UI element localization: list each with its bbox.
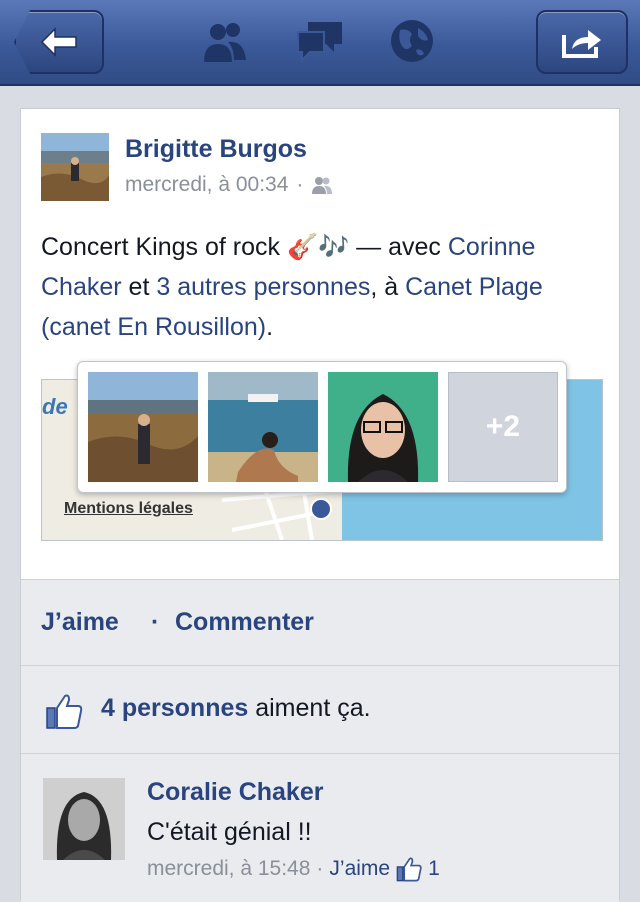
tagged-others-link[interactable]: 3 autres personnes [156, 273, 370, 301]
messages-icon[interactable] [294, 18, 346, 64]
actions-separator: · [151, 608, 160, 636]
photo-thumbnail[interactable] [328, 372, 438, 482]
comment-time: mercredi, à 15:48 [147, 857, 311, 880]
likes-suffix: aiment ça. [248, 694, 371, 722]
comment-meta: mercredi, à 15:48 · J’aime 1 [147, 856, 440, 882]
likes-summary: 4 personnes aiment ça. [21, 665, 619, 754]
arrow-left-icon [40, 27, 77, 57]
post-time[interactable]: mercredi, à 00:34 [125, 173, 288, 197]
map-label: de [42, 394, 68, 419]
post-text-at: , à [370, 273, 406, 301]
photo-thumbnail[interactable] [208, 372, 318, 482]
thumbs-up-icon [46, 694, 83, 729]
comment-text: C'était génial !! [147, 818, 312, 846]
comment-button[interactable]: Commenter [175, 608, 314, 637]
share-icon [562, 30, 601, 58]
photo-strip: +2 [77, 361, 567, 493]
likes-count-link[interactable]: 4 personnes [101, 694, 248, 722]
top-navigation-bar [0, 0, 640, 86]
comment-thumbs-up-icon [396, 857, 422, 882]
globe-icon[interactable] [386, 18, 438, 64]
post-text-and: et [121, 273, 157, 301]
friends-audience-icon[interactable] [311, 176, 333, 194]
post-text-end: . [266, 313, 274, 341]
comment-meta-separator: · [316, 857, 324, 880]
back-button[interactable] [14, 10, 104, 74]
meta-separator: · [296, 173, 304, 196]
post-emoji: 🎸🎶 [286, 233, 350, 261]
commenter-avatar[interactable] [43, 778, 125, 860]
share-button[interactable] [536, 10, 628, 74]
likes-text: 4 personnes aiment ça. [101, 694, 371, 723]
author-avatar[interactable] [41, 133, 109, 201]
comment-like-button[interactable]: J’aime [329, 857, 390, 881]
post-meta: mercredi, à 00:34 · [125, 173, 333, 197]
more-photos-button[interactable]: +2 [448, 372, 558, 482]
map-legal-link[interactable]: Mentions légales [64, 500, 193, 518]
like-button[interactable]: J’aime [41, 608, 119, 637]
photo-thumbnail[interactable] [88, 372, 198, 482]
comment-like-count: 1 [428, 857, 440, 880]
author-name[interactable]: Brigitte Burgos [125, 135, 307, 164]
post-actions: J’aime · Commenter [21, 579, 619, 666]
post-text-start: Concert Kings of rock [41, 233, 280, 261]
post-card: Brigitte Burgos mercredi, à 00:34 · Conc… [20, 108, 620, 902]
comment-item: Coralie Chaker C'était génial !! mercred… [21, 753, 619, 902]
post-text-with: — avec [349, 233, 448, 261]
map-pin-icon [310, 498, 332, 520]
friends-icon[interactable] [198, 18, 250, 64]
post-text: Concert Kings of rock 🎸🎶 — avec Corinne … [41, 227, 611, 347]
commenter-name[interactable]: Coralie Chaker [147, 778, 323, 807]
